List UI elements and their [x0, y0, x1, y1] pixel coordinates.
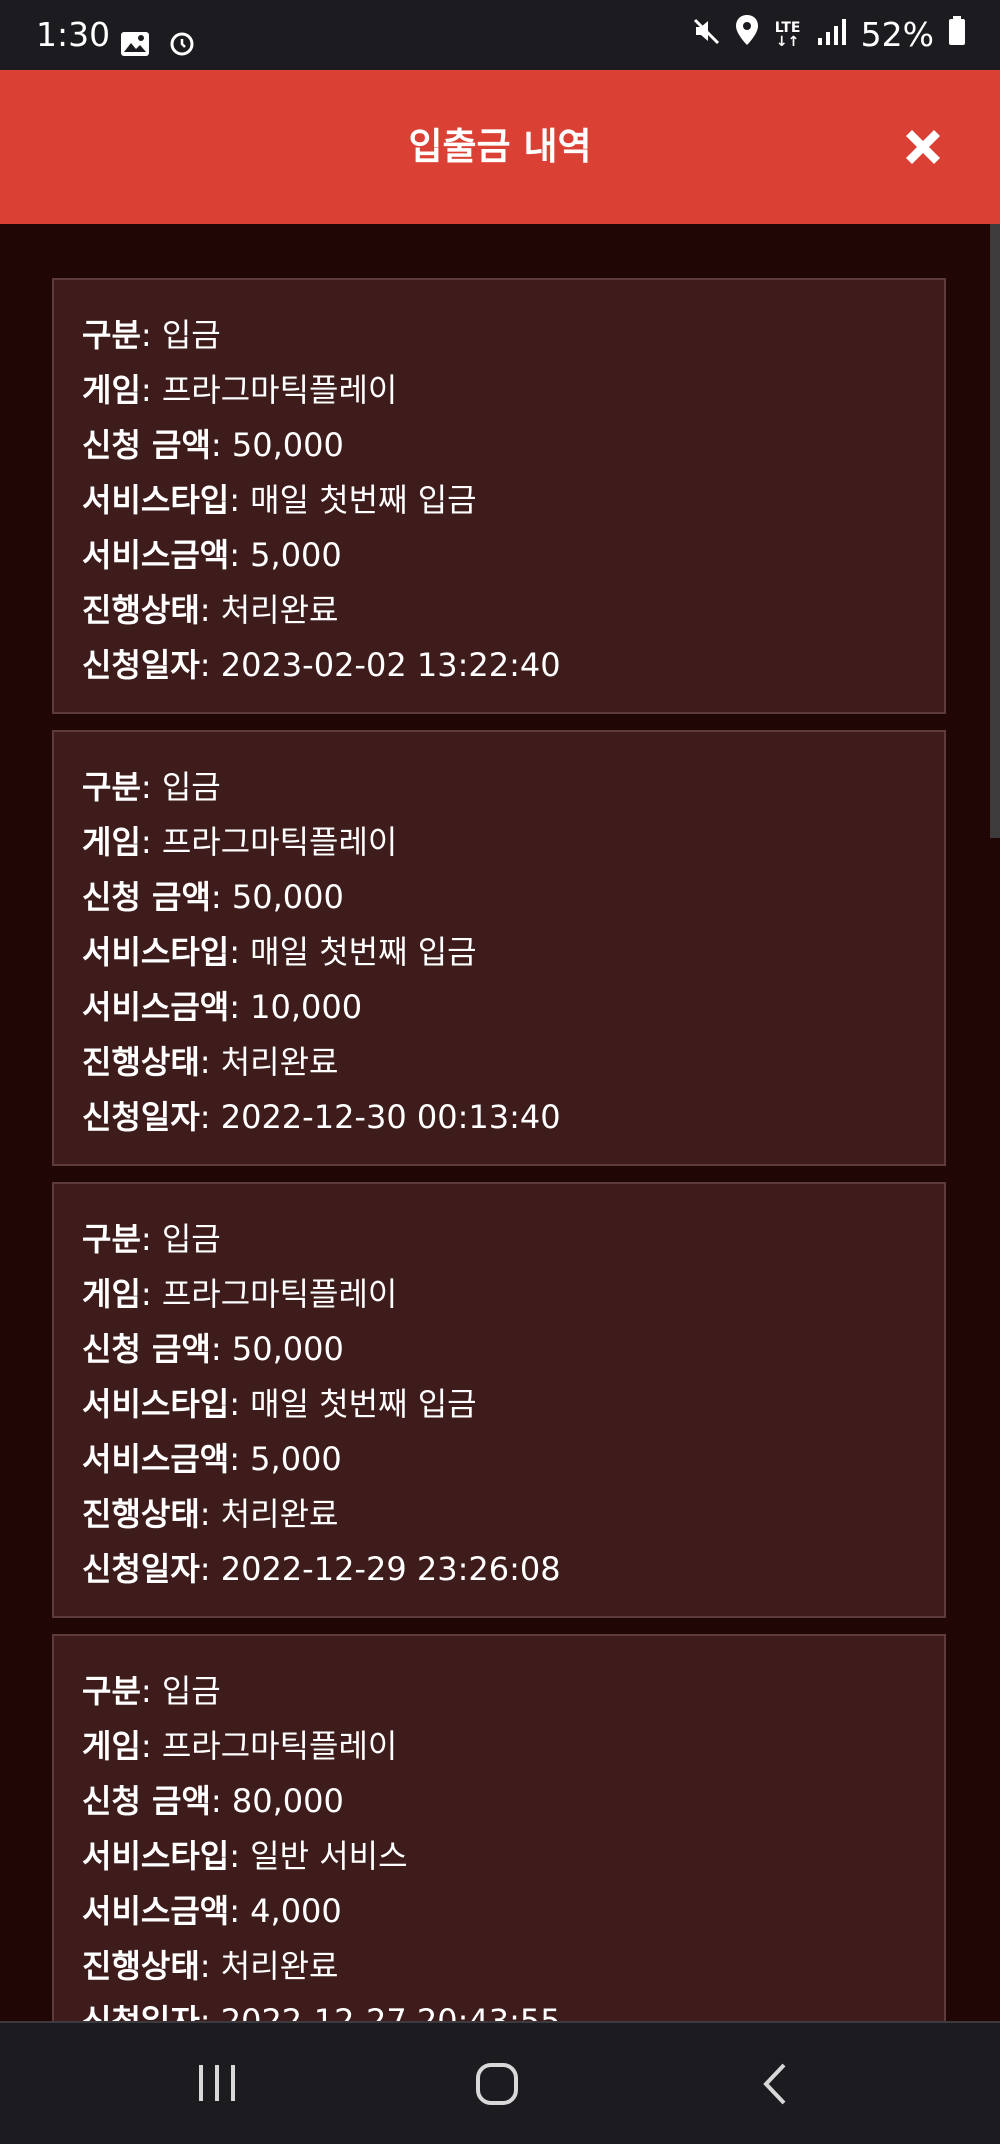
status-time: 1:30	[36, 15, 111, 54]
record-game: 게임: 프라그마틱플레이	[82, 823, 398, 861]
record-service-type: 서비스타입: 매일 첫번째 입금	[82, 481, 477, 519]
alarm-icon	[168, 26, 196, 65]
record-date: 신청일자: 2022-12-30 00:13:40	[82, 1098, 561, 1136]
record-status: 진행상태: 처리완료	[82, 1495, 339, 1533]
record-service-amount: 서비스금액: 5,000	[82, 536, 342, 574]
record-service-type: 서비스타입: 일반 서비스	[82, 1837, 408, 1875]
gallery-icon	[120, 26, 150, 65]
record-game: 게임: 프라그마틱플레이	[82, 1275, 398, 1313]
recents-button[interactable]	[196, 2061, 238, 2109]
record-amount: 신청 금액: 50,000	[82, 878, 344, 916]
battery-icon	[948, 14, 966, 56]
record-type: 구분: 입금	[82, 768, 221, 806]
system-nav-bar	[0, 2021, 1000, 2144]
scrollbar[interactable]	[990, 224, 1000, 838]
record-type: 구분: 입금	[82, 1672, 221, 1710]
location-icon	[735, 14, 759, 56]
record-date: 신청일자: 2022-12-29 23:26:08	[82, 1550, 561, 1588]
back-button[interactable]	[760, 2061, 790, 2111]
record-amount: 신청 금액: 50,000	[82, 1330, 344, 1368]
history-card: 구분: 입금 게임: 프라그마틱플레이 신청 금액: 50,000 서비스타입:…	[52, 730, 946, 1166]
home-button[interactable]	[474, 2061, 520, 2111]
page-title: 입출금 내역	[408, 125, 592, 168]
record-amount: 신청 금액: 80,000	[82, 1782, 344, 1820]
record-status: 진행상태: 처리완료	[82, 1947, 339, 1985]
recents-icon	[199, 2065, 235, 2101]
record-service-amount: 서비스금액: 4,000	[82, 1892, 342, 1930]
history-card: 구분: 입금 게임: 프라그마틱플레이 신청 금액: 80,000 서비스타입:…	[52, 1634, 946, 2021]
history-list[interactable]: 구분: 입금 게임: 프라그마틱플레이 신청 금액: 50,000 서비스타입:…	[0, 224, 990, 2021]
record-status: 진행상태: 처리완료	[82, 591, 339, 629]
record-service-type: 서비스타입: 매일 첫번째 입금	[82, 933, 477, 971]
record-date: 신청일자: 2023-02-02 13:22:40	[82, 646, 561, 684]
record-type: 구분: 입금	[82, 316, 221, 354]
history-card: 구분: 입금 게임: 프라그마틱플레이 신청 금액: 50,000 서비스타입:…	[52, 278, 946, 714]
battery-percent: 52%	[860, 15, 934, 54]
mute-icon	[691, 14, 721, 56]
record-service-type: 서비스타입: 매일 첫번째 입금	[82, 1385, 477, 1423]
close-icon	[906, 130, 940, 164]
home-icon	[476, 2063, 518, 2105]
record-game: 게임: 프라그마틱플레이	[82, 1727, 398, 1765]
signal-icon	[817, 14, 847, 56]
record-service-amount: 서비스금액: 5,000	[82, 1440, 342, 1478]
back-icon	[763, 2063, 786, 2105]
record-amount: 신청 금액: 50,000	[82, 426, 344, 464]
network-indicator: LTE ↓↑	[774, 20, 801, 50]
status-bar: 1:30 LTE ↓↑ 52%	[0, 0, 1000, 70]
page-header: 입출금 내역	[0, 70, 1000, 224]
record-type: 구분: 입금	[82, 1220, 221, 1258]
record-status: 진행상태: 처리완료	[82, 1043, 339, 1081]
history-card: 구분: 입금 게임: 프라그마틱플레이 신청 금액: 50,000 서비스타입:…	[52, 1182, 946, 1618]
record-date: 신청일자: 2022-12-27 20:43:55	[82, 2002, 561, 2021]
record-game: 게임: 프라그마틱플레이	[82, 371, 398, 409]
record-service-amount: 서비스금액: 10,000	[82, 988, 363, 1026]
close-button[interactable]	[898, 122, 948, 172]
